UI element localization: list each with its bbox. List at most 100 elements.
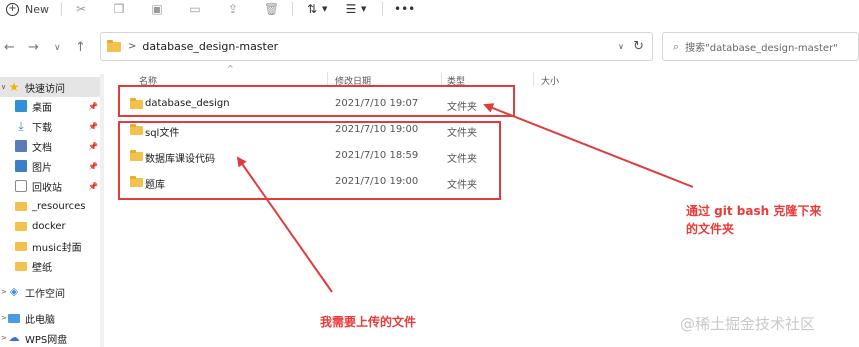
plus-icon: + xyxy=(6,2,19,16)
chevron-right-icon[interactable]: > xyxy=(1,334,7,342)
nav-label: music封面 xyxy=(32,242,82,254)
chevron-right-icon[interactable]: > xyxy=(1,288,7,296)
desktop-icon xyxy=(15,100,27,112)
nav-item-wps[interactable]: > ☁ WPS网盘 xyxy=(0,328,100,347)
annotation-upload: 我需要上传的文件 xyxy=(320,315,417,329)
nav-label: docker xyxy=(32,220,66,232)
pin-icon: 📌 xyxy=(88,181,98,191)
share-button[interactable]: ⇪ xyxy=(226,0,240,18)
chevron-down-icon[interactable]: ∨ xyxy=(618,42,624,51)
more-icon: ••• xyxy=(394,2,416,16)
new-button[interactable]: + New xyxy=(0,0,49,18)
folder-icon xyxy=(107,39,121,52)
nav-label: WPS网盘 xyxy=(25,334,68,346)
arrow-left-icon: ← xyxy=(4,40,15,55)
toolbar-divider xyxy=(382,2,383,16)
star-icon: ★ xyxy=(8,80,20,94)
new-label: New xyxy=(25,2,49,16)
column-divider[interactable] xyxy=(327,72,328,86)
toolbar-divider xyxy=(61,2,62,16)
sort-ascending-icon: ^ xyxy=(227,64,234,73)
chevron-right-icon[interactable]: > xyxy=(1,314,7,322)
copy-button[interactable]: ❐ xyxy=(112,0,126,18)
sort-button[interactable]: ⇅ ▼ xyxy=(305,0,327,18)
sort-icon: ⇅ xyxy=(306,2,318,16)
copy-icon: ❐ xyxy=(113,2,125,16)
column-divider[interactable] xyxy=(441,72,442,86)
more-button[interactable]: ••• xyxy=(394,0,416,18)
nav-label: 文档 xyxy=(32,142,52,154)
up-button[interactable]: ↑ xyxy=(75,40,86,55)
nav-label: 壁纸 xyxy=(32,262,52,274)
command-bar: + New ✂ ❐ ▣ ▭ ⇪ 🗑 ⇅ ▼ ☰ ▼ ••• xyxy=(0,0,859,18)
refresh-icon[interactable]: ↻ xyxy=(633,39,644,54)
navigation-pane: ∨ ★ 快速访问 桌面 📌 ⤓ 下载 📌 文档 📌 图片 📌 回收站 📌 _re… xyxy=(0,74,100,347)
search-box[interactable]: ⌕ 搜索"database_design-master" xyxy=(662,32,859,61)
nav-label: 下载 xyxy=(32,122,52,134)
folder-icon xyxy=(15,261,27,271)
arrow-up-icon: ↑ xyxy=(75,40,86,55)
nav-item-workspace[interactable]: > ◈ 工作空间 xyxy=(0,282,100,302)
folder-icon xyxy=(15,241,27,251)
forward-button[interactable]: → xyxy=(28,40,39,55)
search-icon: ⌕ xyxy=(673,39,680,53)
nav-item-wallpaper[interactable]: 壁纸 xyxy=(0,256,100,276)
chevron-down-icon: ▼ xyxy=(361,5,367,13)
delete-button[interactable]: 🗑 xyxy=(264,0,280,18)
nav-item-this-pc[interactable]: > 此电脑 xyxy=(0,308,100,328)
share-icon: ⇪ xyxy=(227,2,239,16)
pin-icon: 📌 xyxy=(88,101,98,111)
nav-label: 此电脑 xyxy=(25,314,55,326)
pictures-icon xyxy=(15,160,27,172)
nav-item-music[interactable]: music封面 xyxy=(0,236,100,256)
nav-scrollbar[interactable] xyxy=(100,74,104,347)
highlight-box-upload xyxy=(118,121,501,200)
watermark: @稀土掘金技术社区 xyxy=(680,315,816,333)
nav-label: 桌面 xyxy=(32,102,52,114)
recent-button[interactable]: ∨ xyxy=(54,43,61,53)
nav-item-recycle-bin[interactable]: 回收站 📌 xyxy=(0,176,100,196)
cut-button[interactable]: ✂ xyxy=(74,0,88,18)
annotation-line: 通过 git bash 克隆下来 xyxy=(686,204,822,218)
highlight-box-cloned xyxy=(118,85,515,117)
arrow-to-cloned-folder xyxy=(483,103,694,188)
cloud-icon: ☁ xyxy=(8,331,20,344)
chevron-down-icon[interactable]: ∨ xyxy=(1,83,6,91)
nav-item-pictures[interactable]: 图片 📌 xyxy=(0,156,100,176)
chevron-down-icon: ∨ xyxy=(54,43,61,53)
nav-item-resources[interactable]: _resources xyxy=(0,196,100,216)
workspace-icon: ◈ xyxy=(9,285,19,298)
column-header-size[interactable]: 大小 xyxy=(541,74,559,87)
recycle-bin-icon xyxy=(15,180,27,192)
nav-label: 图片 xyxy=(32,162,52,174)
annotation-line: 的文件夹 xyxy=(686,222,735,236)
nav-item-documents[interactable]: 文档 📌 xyxy=(0,136,100,156)
pin-icon: 📌 xyxy=(88,121,98,131)
paste-button[interactable]: ▣ xyxy=(150,0,164,18)
computer-icon xyxy=(8,313,20,323)
nav-label: _resources xyxy=(32,200,86,212)
download-icon: ⤓ xyxy=(18,119,24,133)
view-button[interactable]: ☰ ▼ xyxy=(344,0,367,18)
address-path[interactable]: database_design-master xyxy=(142,40,278,53)
address-bar[interactable]: > database_design-master ∨ ↻ xyxy=(100,32,653,61)
documents-icon xyxy=(15,140,27,152)
cut-icon: ✂ xyxy=(75,2,87,16)
nav-label: 工作空间 xyxy=(25,288,65,300)
nav-quick-access[interactable]: ∨ ★ 快速访问 xyxy=(0,77,100,97)
pin-icon: 📌 xyxy=(88,161,98,171)
chevron-right-icon: > xyxy=(128,41,137,52)
nav-item-desktop[interactable]: 桌面 📌 xyxy=(0,96,100,116)
paste-icon: ▣ xyxy=(151,2,163,16)
chevron-down-icon: ▼ xyxy=(322,5,328,13)
nav-item-docker[interactable]: docker xyxy=(0,216,100,236)
rename-button[interactable]: ▭ xyxy=(188,0,202,18)
nav-item-downloads[interactable]: ⤓ 下载 📌 xyxy=(0,116,100,136)
search-input[interactable]: 搜索"database_design-master" xyxy=(685,39,838,54)
arrow-right-icon: → xyxy=(28,40,39,55)
column-divider[interactable] xyxy=(533,72,534,86)
pin-icon: 📌 xyxy=(88,141,98,151)
nav-label: 回收站 xyxy=(32,182,62,194)
back-button[interactable]: ← xyxy=(4,40,15,55)
delete-icon: 🗑 xyxy=(264,2,280,16)
